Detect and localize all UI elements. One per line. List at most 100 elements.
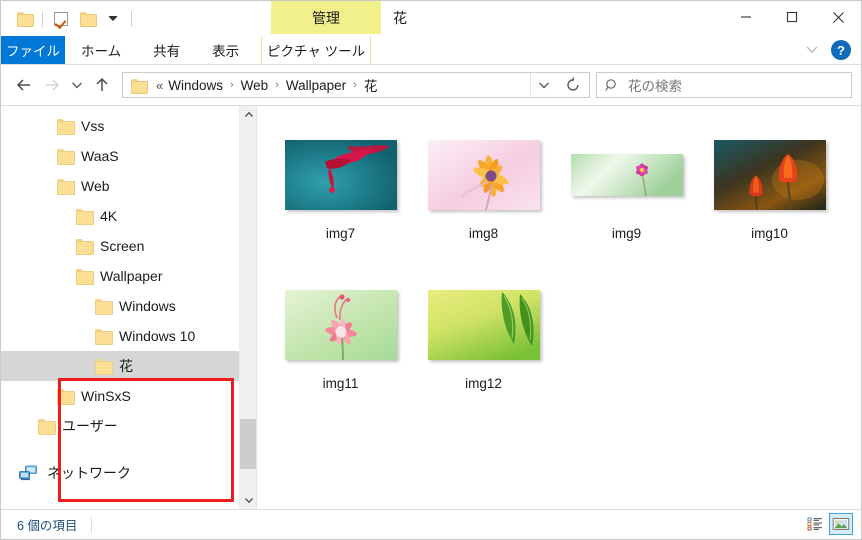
folder-tree: Vss WaaS Web 4K Screen Wallpaper Windows… [1, 106, 256, 488]
file-name-label: img7 [325, 226, 356, 241]
checkbox-check-icon [54, 11, 68, 26]
item-count-label: 6 個の項目 [17, 519, 78, 533]
qat-new-folder-button[interactable] [74, 6, 100, 32]
tree-item-screen[interactable]: Screen [1, 231, 256, 261]
recent-locations-button[interactable] [66, 70, 88, 100]
window-title: 花 [393, 9, 407, 26]
tree-item-label: ネットワーク [47, 465, 131, 481]
file-name-label: img10 [751, 226, 788, 241]
folder-icon [16, 12, 34, 27]
breadcrumb-item-web[interactable]: Web [239, 78, 271, 93]
divider [91, 516, 93, 533]
tree-item-winsxs[interactable]: WinSxS [1, 381, 256, 411]
scroll-up-button[interactable] [240, 106, 256, 123]
file-name-label: img12 [465, 376, 502, 391]
folder-icon [76, 209, 94, 225]
folder-icon [57, 149, 75, 165]
large-icons-view-icon [832, 518, 850, 530]
qat-properties-button[interactable] [48, 6, 74, 32]
tree-item-wallpaper[interactable]: Wallpaper [1, 261, 256, 291]
breadcrumb-separator[interactable]: › [348, 79, 362, 91]
tab-share[interactable]: 共有 [137, 36, 196, 64]
folder-icon [131, 78, 148, 94]
thumbnail-img7 [284, 140, 397, 210]
quick-access-toolbar [1, 6, 137, 32]
large-icons-view-button[interactable] [829, 513, 853, 535]
file-item-img9[interactable]: img9 [555, 128, 698, 278]
tree-item-4k[interactable]: 4K [1, 201, 256, 231]
address-bar[interactable]: « Windows › Web › Wallpaper › 花 [122, 72, 557, 98]
file-item-img7[interactable]: img7 [269, 128, 412, 278]
tree-item-network[interactable]: ネットワーク [1, 458, 256, 488]
ribbon-collapse-button[interactable] [799, 37, 825, 63]
flower-thumbnail-art [570, 154, 683, 196]
folder-icon [95, 359, 113, 375]
file-list-pane[interactable]: img7 img8 img9 img10 img11 img12 [257, 106, 861, 509]
breadcrumb-separator[interactable]: › [225, 79, 239, 91]
folder-icon [76, 239, 94, 255]
thumbnail-container [269, 284, 412, 366]
maximize-button[interactable] [769, 1, 815, 33]
tree-item-vss[interactable]: Vss [1, 111, 256, 141]
details-view-icon [807, 517, 822, 531]
tab-home[interactable]: ホーム [65, 36, 137, 64]
navigation-scrollbar[interactable] [239, 106, 256, 509]
search-box[interactable]: 花の検索 [596, 72, 852, 98]
breadcrumb-item-hana[interactable]: 花 [362, 75, 380, 95]
tree-item-users[interactable]: ユーザー [1, 411, 256, 441]
divider [131, 10, 132, 27]
file-item-img11[interactable]: img11 [269, 278, 412, 428]
address-dropdown-button[interactable] [530, 73, 556, 97]
close-button[interactable] [815, 1, 861, 33]
scroll-down-button[interactable] [240, 492, 256, 509]
forward-button[interactable] [38, 70, 66, 100]
up-button[interactable] [88, 70, 116, 100]
details-view-button[interactable] [803, 513, 827, 535]
file-item-img10[interactable]: img10 [698, 128, 841, 278]
thumbnail-container [412, 284, 555, 366]
explorer-window: 管理 花 ファイル ホーム 共有 表示 ピクチャ ツール ? « Windows… [0, 0, 862, 540]
minimize-button[interactable] [723, 1, 769, 33]
tree-item-windows[interactable]: Windows [1, 291, 256, 321]
contextual-tab-group-header: 管理 [271, 1, 381, 34]
refresh-button[interactable] [556, 72, 590, 98]
breadcrumb-item-wallpaper[interactable]: Wallpaper [284, 78, 348, 93]
file-item-img8[interactable]: img8 [412, 128, 555, 278]
folder-icon [76, 269, 94, 285]
breadcrumb-item-windows[interactable]: Windows [166, 78, 225, 93]
breadcrumb: « Windows › Web › Wallpaper › 花 [153, 75, 530, 95]
tree-item-label: Screen [100, 238, 145, 254]
view-mode-buttons [803, 513, 853, 535]
file-item-img12[interactable]: img12 [412, 278, 555, 428]
tab-view[interactable]: 表示 [196, 36, 255, 64]
address-bar-row: « Windows › Web › Wallpaper › 花 花の検索 [1, 65, 861, 105]
tree-item-label: Windows [119, 298, 176, 314]
help-button[interactable]: ? [831, 40, 851, 60]
folder-icon [95, 299, 113, 315]
tab-picture-tools[interactable]: ピクチャ ツール [261, 36, 372, 64]
file-name-label: img9 [611, 226, 642, 241]
chevron-down-bar-icon [109, 15, 117, 21]
tree-item-label: 4K [100, 208, 118, 224]
back-button[interactable] [10, 70, 38, 100]
scrollbar-thumb[interactable] [240, 419, 256, 469]
breadcrumb-separator[interactable]: › [270, 79, 284, 91]
tree-item-label: Vss [81, 118, 105, 134]
qat-properties-folder-button[interactable] [11, 6, 37, 32]
tab-file[interactable]: ファイル [1, 36, 65, 64]
chevron-down-icon [244, 498, 253, 504]
search-icon [605, 79, 616, 91]
file-grid: img7 img8 img9 img10 img11 img12 [269, 128, 861, 428]
thumbnail-container [698, 134, 841, 216]
tree-item-label: Web [81, 178, 110, 194]
arrow-left-icon [16, 79, 30, 91]
tree-item-label: WaaS [81, 148, 119, 164]
qat-customize-button[interactable] [100, 6, 126, 32]
breadcrumb-overflow[interactable]: « [153, 78, 166, 93]
tree-item-waas[interactable]: WaaS [1, 141, 256, 171]
tree-item-web[interactable]: Web [1, 171, 256, 201]
tree-item-windows-10[interactable]: Windows 10 [1, 321, 256, 351]
flower-thumbnail-art [284, 140, 397, 210]
tree-item-hana[interactable]: 花 [1, 351, 256, 381]
folder-icon [57, 119, 75, 135]
